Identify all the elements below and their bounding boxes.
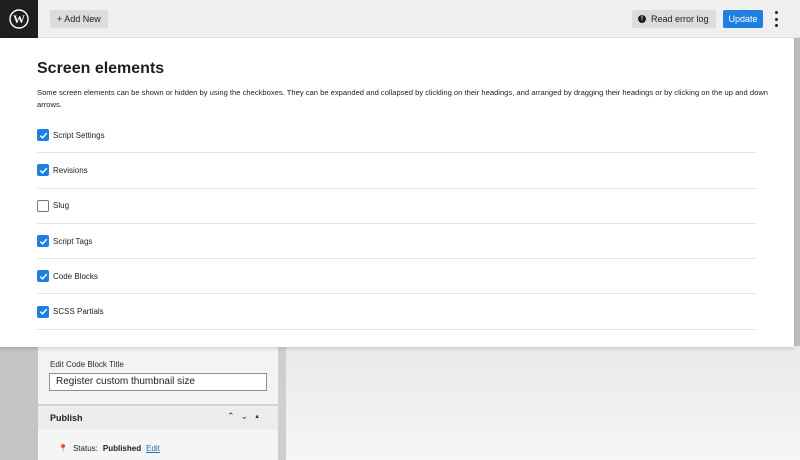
checkbox-checked-icon[interactable]: [37, 235, 49, 248]
option-label: Script Tags: [53, 236, 93, 246]
code-block-title-label: Edit Code Block Title: [50, 360, 124, 369]
option-label: Script Settings: [53, 130, 105, 140]
svg-text:W: W: [13, 12, 25, 26]
editor-canvas: [286, 346, 800, 460]
info-icon: !: [638, 15, 646, 23]
more-options-icon[interactable]: [772, 11, 780, 27]
option-code-blocks[interactable]: Code Blocks: [37, 259, 756, 295]
wordpress-logo-icon[interactable]: W: [0, 0, 38, 38]
option-slug[interactable]: Slug: [37, 189, 756, 224]
option-label: Slug: [53, 201, 70, 211]
status-label: Status:: [72, 444, 98, 453]
read-error-log-button[interactable]: ! Read error log: [632, 10, 716, 28]
option-script-settings[interactable]: Script Settings: [37, 118, 756, 154]
editor-top-bar: W + Add New ! Read error log Update: [0, 0, 800, 38]
option-script-tags[interactable]: Script Tags: [37, 224, 756, 260]
checkbox-checked-icon[interactable]: [37, 270, 49, 283]
screen-elements-options: Script Settings Revisions Slug Script Ta…: [37, 118, 756, 330]
edit-status-link[interactable]: Edit: [146, 444, 160, 453]
option-scss-partials[interactable]: SCSS Partials: [37, 294, 756, 330]
option-label: Revisions: [53, 165, 88, 175]
move-up-icon[interactable]: ⌃: [227, 411, 235, 423]
option-label: Code Blocks: [53, 271, 98, 281]
publish-panel-controls: ⌃ ⌄ ▲: [227, 411, 260, 423]
checkbox-checked-icon[interactable]: [37, 305, 49, 318]
status-value: Published: [102, 444, 142, 453]
checkbox-unchecked-icon[interactable]: [37, 199, 49, 212]
checkbox-checked-icon[interactable]: [37, 129, 49, 142]
screen-elements-title: Screen elements: [37, 60, 165, 77]
publish-heading[interactable]: Publish: [50, 413, 83, 423]
admin-menu-strip: [0, 346, 38, 460]
code-block-title-input[interactable]: Register custom thumbnail size: [49, 373, 267, 391]
update-button[interactable]: Update: [723, 10, 763, 28]
move-down-icon[interactable]: ⌄: [241, 411, 249, 423]
option-revisions[interactable]: Revisions: [37, 153, 756, 189]
option-label: SCSS Partials: [53, 307, 104, 317]
status-row: 📍 Status: Published Edit: [58, 444, 160, 453]
read-error-log-label: Read error log: [651, 14, 709, 24]
pin-icon: 📍: [58, 444, 68, 453]
checkbox-checked-icon[interactable]: [37, 164, 49, 177]
add-new-button[interactable]: + Add New: [50, 10, 108, 28]
collapse-icon[interactable]: ▲: [254, 411, 260, 423]
screen-elements-description: Some screen elements can be shown or hid…: [37, 88, 769, 109]
